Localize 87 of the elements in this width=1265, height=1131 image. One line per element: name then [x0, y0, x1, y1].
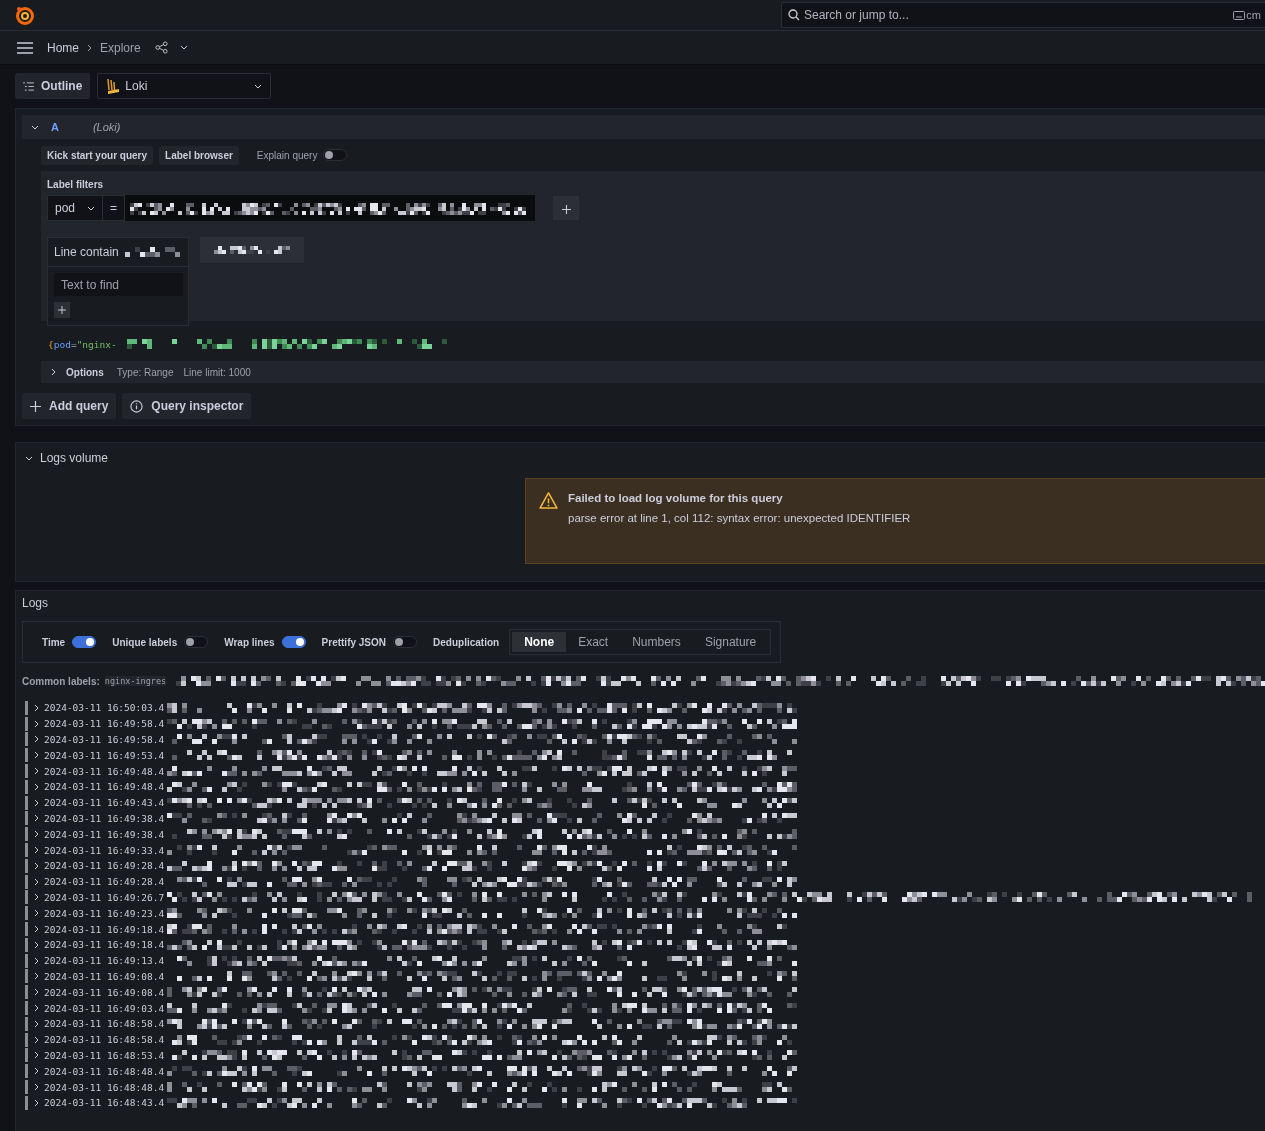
query-type-text: Type: Range [116, 366, 174, 378]
log-timestamp: 2024-03-11 16:49:18.4 [44, 939, 165, 951]
caret-icon [87, 205, 96, 211]
collapse-caret-icon[interactable] [31, 124, 39, 130]
log-timestamp: 2024-03-11 16:49:23.4 [44, 907, 165, 919]
log-timestamp: 2024-03-11 16:49:38.4 [44, 812, 165, 824]
caret-icon[interactable] [179, 45, 188, 50]
operator-select[interactable]: = [103, 195, 126, 221]
toggle-switch[interactable] [281, 636, 306, 648]
log-timestamp: 2024-03-11 16:49:08.4 [44, 986, 165, 998]
query-ref-id: A [51, 121, 59, 133]
caret-icon [254, 83, 263, 89]
outline-icon [23, 81, 34, 91]
section-title: Label filters [47, 179, 105, 190]
toggle-label: Prettify JSON [321, 636, 387, 648]
breadcrumb-link[interactable]: Home [47, 40, 79, 55]
chevron-icon [87, 43, 92, 52]
collapse-caret-icon[interactable] [25, 455, 33, 461]
panel-title: Logs volume [40, 451, 109, 465]
log-timestamp: 2024-03-11 16:49:58.4 [44, 718, 165, 730]
line-limit-text: Line limit: 1000 [183, 366, 251, 378]
explain-query-switch[interactable] [323, 149, 348, 161]
log-timestamp: 2024-03-11 16:49:26.7 [44, 891, 165, 903]
log-timestamp: 2024-03-11 16:48:58.4 [44, 1034, 165, 1046]
add-query-button[interactable]: Add query [22, 393, 117, 419]
toggle-switch[interactable] [72, 636, 97, 648]
log-timestamp: 2024-03-11 16:49:48.4 [44, 781, 165, 793]
add-line-filter-button[interactable] [54, 302, 70, 318]
log-timestamp: 2024-03-11 16:48:53.4 [44, 1049, 165, 1061]
outline-button[interactable]: Outline [15, 73, 91, 99]
log-timestamp: 2024-03-11 16:49:18.4 [44, 923, 165, 935]
menu-icon[interactable] [17, 41, 33, 54]
query-helper-button[interactable]: Kick start your query [41, 145, 154, 165]
breadcrumb-link[interactable]: Explore [100, 40, 141, 55]
warning-icon [539, 492, 558, 509]
alert-message: parse error at line 1, col 112: syntax error: unexpected IDENTIFIER [568, 512, 911, 524]
plus-icon [561, 204, 571, 214]
log-timestamp: 2024-03-11 16:49:43.4 [44, 797, 165, 809]
log-timestamp: 2024-03-11 16:49:08.4 [44, 970, 165, 982]
plus-icon [30, 400, 41, 412]
add-filter-button[interactable] [553, 196, 580, 220]
toggle-switch[interactable] [184, 636, 209, 648]
common-labels-title: Common labels: [22, 675, 100, 687]
toggle-label: Explain query [256, 149, 318, 161]
text-to-find-field[interactable]: Text to find [54, 273, 183, 296]
dedup-option[interactable]: Exact [566, 632, 621, 652]
log-timestamp: 2024-03-11 16:48:58.4 [44, 1018, 165, 1030]
log-timestamp: 2024-03-11 16:49:03.4 [44, 1002, 165, 1014]
common-label-value: nginx-ingres [104, 676, 167, 686]
alert-title: Failed to load log volume for this query [568, 492, 784, 504]
loki-logo-icon [106, 78, 121, 94]
grafana-logo-icon[interactable] [15, 5, 35, 25]
toggle-label: Unique labels [112, 636, 178, 648]
log-timestamp: 2024-03-11 16:49:28.4 [44, 876, 165, 888]
dedup-option[interactable]: Numbers [620, 632, 693, 652]
log-timestamp: 2024-03-11 16:49:58.4 [44, 734, 165, 745]
datasource-select[interactable]: Loki [97, 73, 272, 99]
log-timestamp: 2024-03-11 16:48:48.4 [44, 1081, 165, 1093]
toggle-label: Time [42, 636, 66, 648]
log-timestamp: 2024-03-11 16:49:48.4 [44, 765, 165, 777]
toggle-label: Deduplication [433, 636, 500, 648]
label-select[interactable]: pod [47, 195, 104, 221]
line-filter-title: Line contain [54, 245, 119, 259]
toggle-label: Wrap lines [224, 636, 275, 648]
log-timestamp: 2024-03-11 16:49:38.4 [44, 828, 165, 840]
shortcut-hint: cm [1246, 9, 1262, 21]
query-datasource: (Loki) [92, 121, 121, 133]
info-icon [130, 399, 144, 413]
query-helper-button[interactable]: Label browser [159, 145, 239, 165]
log-timestamp: 2024-03-11 16:48:43.4 [44, 1097, 165, 1109]
dedup-option[interactable]: Signature [692, 632, 769, 652]
expand-caret-icon[interactable] [51, 368, 56, 376]
panel-title: Logs [22, 596, 50, 610]
toggle-switch[interactable] [393, 636, 418, 648]
plus-icon [58, 306, 66, 314]
log-timestamp: 2024-03-11 16:49:33.4 [44, 844, 165, 856]
query-inspector-button[interactable]: Query inspector [122, 393, 252, 419]
share-icon[interactable] [154, 41, 168, 54]
log-timestamp: 2024-03-11 16:49:13.4 [44, 955, 165, 967]
keyboard-icon [1233, 11, 1245, 20]
log-timestamp: 2024-03-11 16:49:53.4 [44, 749, 165, 761]
log-timestamp: 2024-03-11 16:50:03.4 [44, 702, 165, 714]
log-timestamp: 2024-03-11 16:49:28.4 [44, 860, 165, 872]
log-timestamp: 2024-03-11 16:48:48.4 [44, 1065, 165, 1077]
search-icon [788, 9, 800, 21]
dedup-option[interactable]: None [512, 632, 567, 652]
options-toggle[interactable]: Options [66, 366, 104, 378]
